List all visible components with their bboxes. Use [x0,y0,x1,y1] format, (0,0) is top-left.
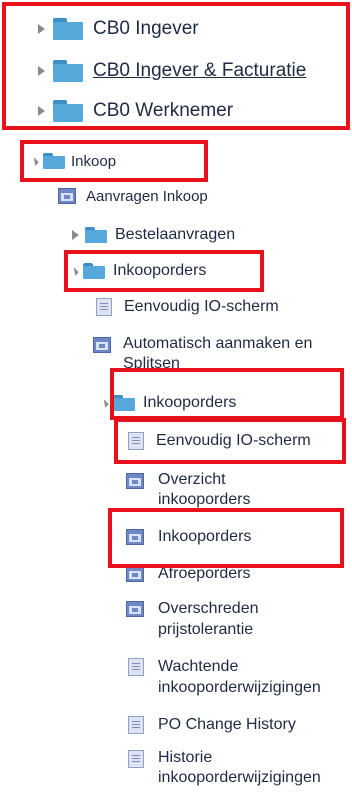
tree-item-overzicht-inkooporders[interactable]: Overzicht inkooporders [126,470,251,510]
tree-item-aanvragen-inkoop[interactable]: Aanvragen Inkoop [58,186,208,206]
highlight-box-inkoop [20,140,208,182]
tree-item-label: Overschreden [158,600,259,617]
tree-item-eenvoudig-io-scherm[interactable]: Eenvoudig IO-scherm [96,296,279,318]
highlight-box-inkooporders-item [108,508,344,568]
tree-item-label-line2: inkooporderwijzigingen [158,769,321,786]
collapse-arrow-icon[interactable] [100,398,109,408]
tree-item-label: Aanvragen Inkoop [86,187,208,205]
window-icon [126,566,144,582]
tree-item-overschreden-prijstolerantie[interactable]: Overschreden prijstolerantie [126,598,259,640]
tree-item-label: Eenvoudig IO-scherm [124,298,279,315]
document-icon [128,750,144,768]
window-icon [126,601,144,617]
window-icon [126,473,144,489]
tree-item-po-change-history[interactable]: PO Change History [128,714,296,736]
tree-item-label: PO Change History [158,716,296,733]
highlight-box-inkooporders [64,250,264,292]
folder-icon [85,227,107,243]
tree-item-label-line2: prijstolerantie [158,621,254,638]
tree-item-wachtende-inkooporderwijzigingen[interactable]: Wachtende inkooporderwijzigingen [128,656,321,698]
tree-item-label-line2: inkooporders [158,491,251,508]
highlight-box-eenvoudig-io [114,418,346,464]
tree-item-bestelaanvragen[interactable]: Bestelaanvragen [72,224,235,246]
tree-item-label: Bestelaanvragen [115,226,236,243]
expand-arrow-icon[interactable] [72,230,79,240]
tree-item-label: Automatisch aanmaken en [123,335,313,352]
window-icon [93,337,111,353]
tree-item-label: Overzicht [158,471,226,488]
highlight-box-top-folders [2,2,350,130]
tree-item-historie-inkooporderwijzigingen[interactable]: Historie inkooporderwijzigingen [128,748,321,788]
document-icon [128,716,144,734]
document-icon [128,658,144,676]
tree-item-label-line2: inkooporderwijzigingen [158,679,321,696]
tree-item-label: Historie [158,749,213,766]
highlight-box-inkooporders-sub [110,368,344,420]
tree-item-label: Wachtende [158,658,239,675]
window-icon [58,188,76,204]
document-icon [96,298,112,316]
